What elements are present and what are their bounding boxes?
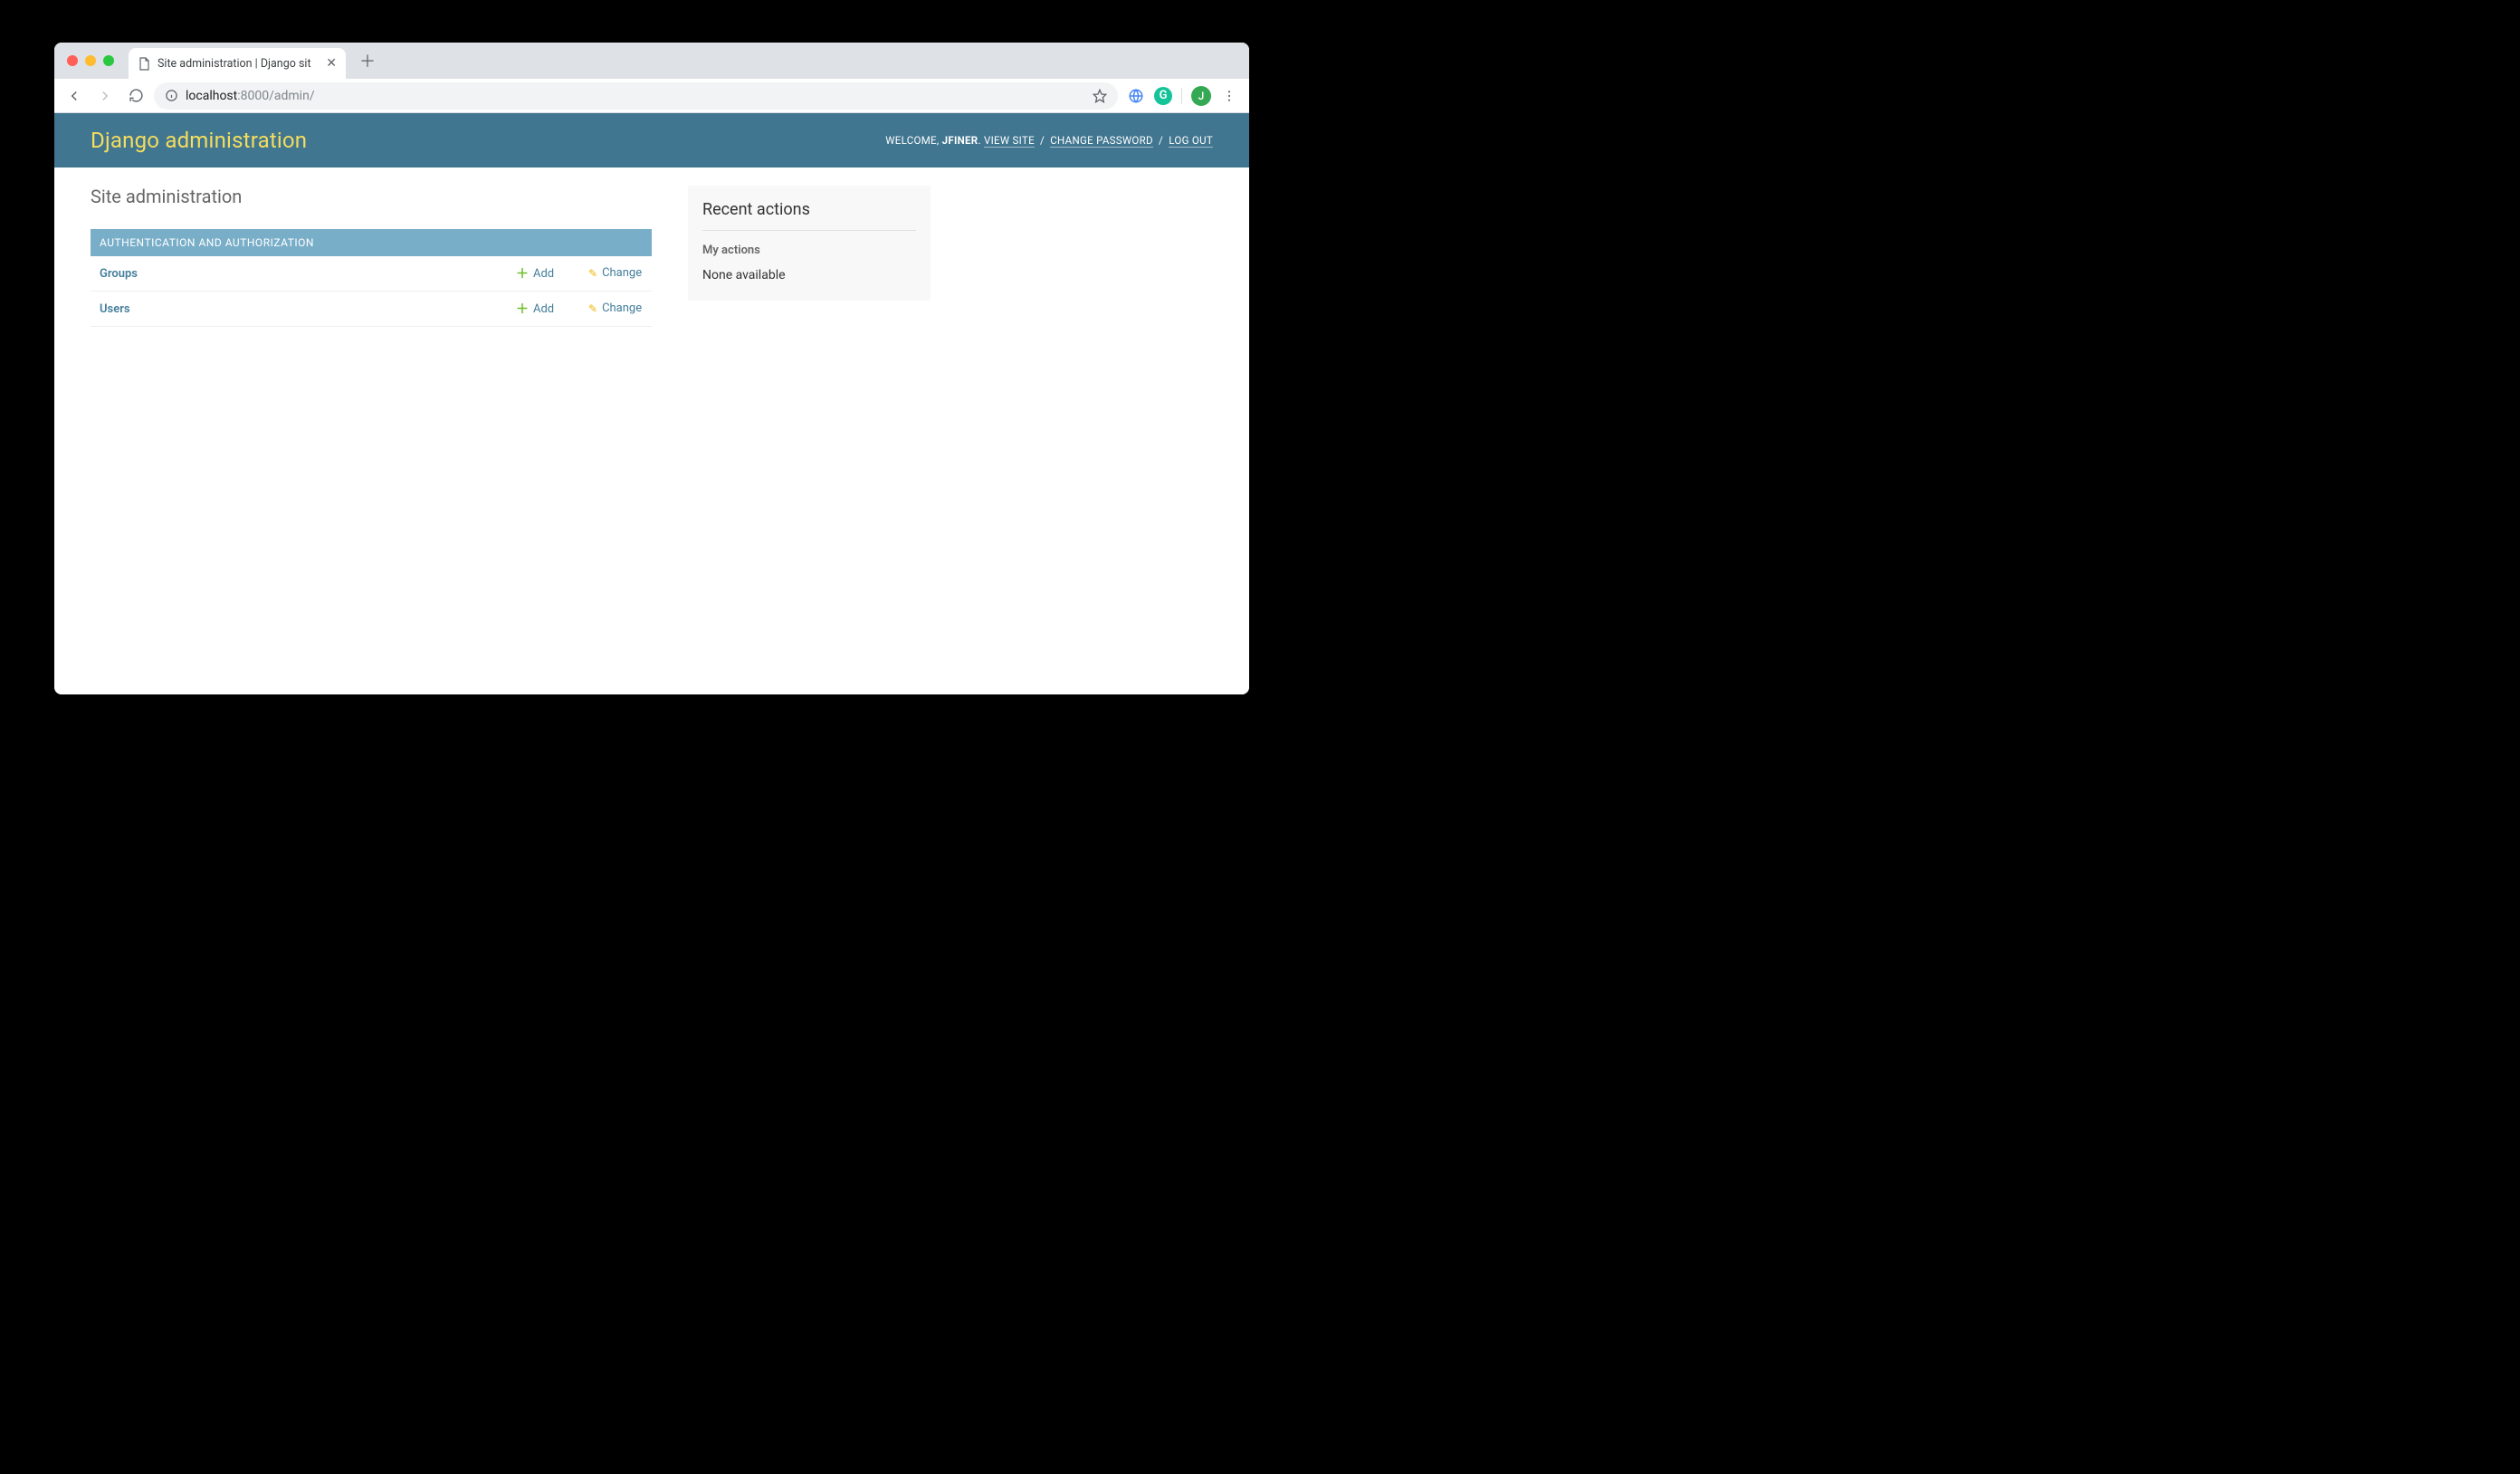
close-tab-button[interactable]: ✕ <box>326 56 337 71</box>
site-info-icon[interactable] <box>165 89 178 102</box>
content-main: Site administration AUTHENTICATION AND A… <box>91 186 652 345</box>
recent-actions-empty: None available <box>702 268 916 282</box>
minimize-window-button[interactable] <box>85 55 96 66</box>
toolbar-divider <box>1181 88 1182 104</box>
add-link-users[interactable]: ＋Add <box>516 300 554 318</box>
page-content: Django administration WELCOME, JFINER. V… <box>54 113 1249 694</box>
model-link-groups[interactable]: Groups <box>100 267 138 281</box>
window-controls <box>63 55 123 66</box>
browser-window: Site administration | Django sit ✕ ＋ loc… <box>54 43 1249 694</box>
change-password-link[interactable]: CHANGE PASSWORD <box>1050 134 1153 148</box>
add-link-groups[interactable]: ＋Add <box>516 264 554 282</box>
url-text: localhost:8000/admin/ <box>186 89 315 103</box>
recent-actions-module: Recent actions My actions None available <box>688 186 931 301</box>
back-button[interactable] <box>62 83 87 109</box>
recent-actions-heading: Recent actions <box>702 200 916 231</box>
content-area: Site administration AUTHENTICATION AND A… <box>54 168 1249 363</box>
plus-icon: ＋ <box>516 264 529 282</box>
username: JFINER <box>942 134 978 147</box>
new-tab-button[interactable]: ＋ <box>355 48 380 73</box>
my-actions-heading: My actions <box>702 244 916 257</box>
sidebar: Recent actions My actions None available <box>688 186 931 345</box>
pencil-icon: ✎ <box>588 267 597 280</box>
page-icon <box>138 57 150 70</box>
model-link-users[interactable]: Users <box>100 302 130 316</box>
change-link-users[interactable]: ✎Change <box>588 302 642 315</box>
pencil-icon: ✎ <box>588 302 597 315</box>
grammarly-icon[interactable]: G <box>1154 87 1172 105</box>
browser-toolbar: localhost:8000/admin/ G J <box>54 79 1249 113</box>
model-row: Groups ＋Add ✎Change <box>91 256 652 292</box>
branding-title: Django administration <box>91 128 307 153</box>
extension-icon[interactable] <box>1123 83 1149 109</box>
app-caption[interactable]: AUTHENTICATION AND AUTHORIZATION <box>91 229 652 256</box>
separator: / <box>1037 134 1047 147</box>
close-window-button[interactable] <box>67 55 78 66</box>
separator: / <box>1156 134 1166 147</box>
tab-title: Site administration | Django sit <box>158 57 319 71</box>
log-out-link[interactable]: LOG OUT <box>1169 134 1213 148</box>
browser-tab[interactable]: Site administration | Django sit ✕ <box>129 48 346 79</box>
app-module: AUTHENTICATION AND AUTHORIZATION Groups … <box>91 229 652 327</box>
page-title: Site administration <box>91 186 652 207</box>
view-site-link[interactable]: VIEW SITE <box>984 134 1035 148</box>
change-link-groups[interactable]: ✎Change <box>588 266 642 280</box>
browser-menu-button[interactable] <box>1217 83 1242 109</box>
address-bar[interactable]: localhost:8000/admin/ <box>154 82 1118 110</box>
bookmark-icon[interactable] <box>1093 89 1107 103</box>
maximize-window-button[interactable] <box>103 55 114 66</box>
user-tools: WELCOME, JFINER. VIEW SITE / CHANGE PASS… <box>885 134 1213 147</box>
django-header: Django administration WELCOME, JFINER. V… <box>54 113 1249 168</box>
tab-strip: Site administration | Django sit ✕ ＋ <box>54 43 1249 79</box>
profile-avatar[interactable]: J <box>1191 86 1211 106</box>
reload-button[interactable] <box>123 83 148 109</box>
model-row: Users ＋Add ✎Change <box>91 292 652 327</box>
period: . <box>978 134 984 147</box>
forward-button[interactable] <box>92 83 118 109</box>
welcome-text: WELCOME, <box>885 134 941 147</box>
plus-icon: ＋ <box>516 300 529 318</box>
